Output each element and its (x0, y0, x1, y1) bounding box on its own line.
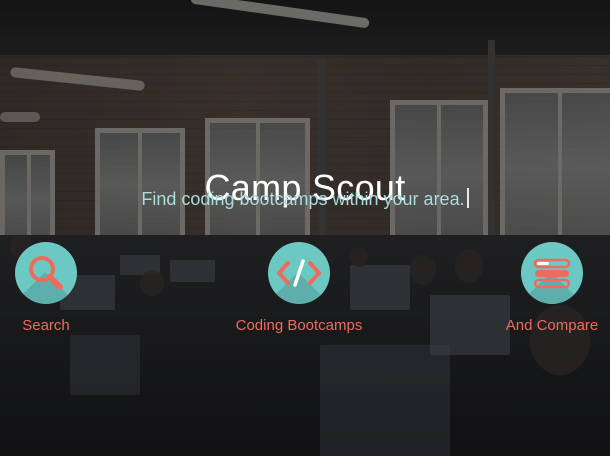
feature-badge (521, 242, 583, 304)
tagline: Find coding bootcamps within your area. (0, 188, 610, 210)
feature-badge (268, 242, 330, 304)
feature-label: Coding Bootcamps (235, 317, 363, 334)
tagline-text: Find coding bootcamps within your area. (141, 189, 465, 209)
background-overlay (0, 0, 610, 456)
magnifier-icon (29, 256, 63, 290)
hero-section (0, 0, 610, 456)
feature-compare[interactable]: And Compare (467, 242, 610, 334)
feature-label: Search (22, 317, 70, 334)
feature-coding-bootcamps[interactable]: Coding Bootcamps (214, 242, 384, 334)
typing-cursor (466, 188, 469, 208)
feature-badge (15, 242, 77, 304)
feature-search[interactable]: Search (0, 242, 131, 334)
code-brackets-icon (277, 259, 321, 287)
feature-label: And Compare (505, 317, 599, 334)
stacked-list-icon (533, 258, 571, 289)
